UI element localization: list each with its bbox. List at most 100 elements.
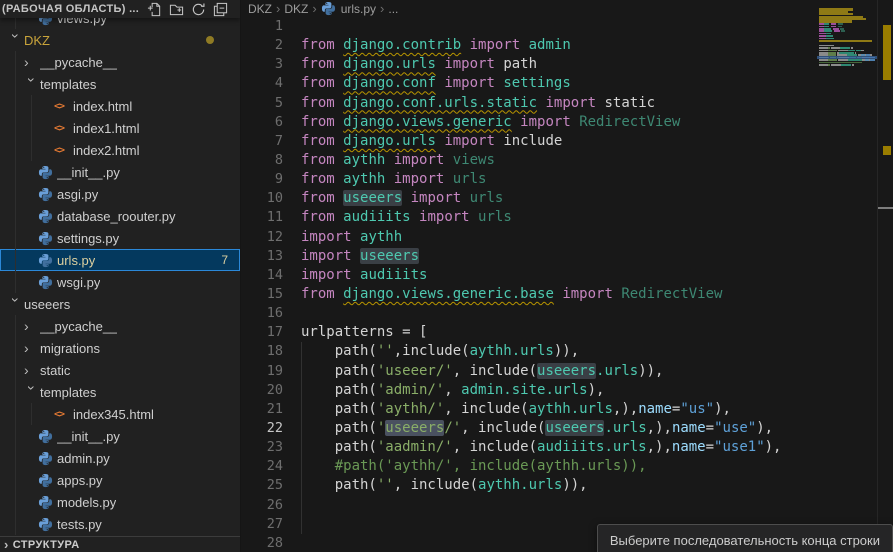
- tree-file-index1-html[interactable]: <>index1.html: [0, 117, 240, 139]
- code-line[interactable]: 1: [241, 17, 817, 36]
- code-line[interactable]: 5from django.conf.urls.static import sta…: [241, 94, 817, 113]
- code-line[interactable]: 21 path('aythh/', include(aythh.urls,),n…: [241, 400, 817, 419]
- tree-folder-dkz[interactable]: ›DKZ: [0, 29, 240, 51]
- line-number[interactable]: 15: [241, 285, 283, 304]
- indent-guide: [15, 359, 16, 381]
- tree-folder-static[interactable]: ›static: [0, 359, 240, 381]
- line-number[interactable]: 12: [241, 228, 283, 247]
- tree-file-admin-py[interactable]: admin.py: [0, 447, 240, 469]
- line-number[interactable]: 28: [241, 534, 283, 552]
- line-number[interactable]: 16: [241, 304, 283, 323]
- html-file-icon: <>: [54, 145, 73, 156]
- tree-folder-templates[interactable]: ›templates: [0, 73, 240, 95]
- line-number[interactable]: 10: [241, 189, 283, 208]
- tree-file-urls-py[interactable]: urls.py7: [0, 249, 240, 271]
- breadcrumb-item-dkz[interactable]: DKZ: [284, 2, 308, 16]
- code-line[interactable]: 3from django.urls import path: [241, 55, 817, 74]
- indent-guide: [15, 183, 16, 205]
- tree-item-label: static: [40, 363, 70, 378]
- line-number[interactable]: 4: [241, 74, 283, 93]
- tree-file-wsgi-py[interactable]: wsgi.py: [0, 271, 240, 293]
- warning-marker: [883, 25, 891, 80]
- code-line[interactable]: 4from django.conf import settings: [241, 74, 817, 93]
- chevron-down-icon: ›: [25, 386, 39, 402]
- line-number[interactable]: 21: [241, 400, 283, 419]
- line-number[interactable]: 14: [241, 266, 283, 285]
- line-number[interactable]: 1: [241, 17, 283, 36]
- tree-file-init-py[interactable]: __init__.py: [0, 161, 240, 183]
- tree-file-apps-py[interactable]: apps.py: [0, 469, 240, 491]
- tree-folder-pycache[interactable]: ›__pycache__: [0, 315, 240, 337]
- tree-file-database-roouter-py[interactable]: database_roouter.py: [0, 205, 240, 227]
- line-number[interactable]: 26: [241, 496, 283, 515]
- line-number[interactable]: 24: [241, 457, 283, 476]
- refresh-icon[interactable]: [191, 2, 206, 17]
- chevron-down-icon: ›: [9, 34, 23, 50]
- code-line[interactable]: 26: [241, 496, 817, 515]
- line-number[interactable]: 7: [241, 132, 283, 151]
- new-folder-icon[interactable]: [169, 2, 184, 17]
- code-line[interactable]: 20 path('admin/', admin.site.urls),: [241, 381, 817, 400]
- line-number[interactable]: 13: [241, 247, 283, 266]
- line-number[interactable]: 8: [241, 151, 283, 170]
- line-number[interactable]: 18: [241, 342, 283, 361]
- tree-file-index2-html[interactable]: <>index2.html: [0, 139, 240, 161]
- line-number[interactable]: 22: [241, 419, 283, 438]
- tree-item-label: __pycache__: [40, 319, 117, 334]
- tree-file-settings-py[interactable]: settings.py: [0, 227, 240, 249]
- code-line[interactable]: 9from aythh import urls: [241, 170, 817, 189]
- tree-file-tests-py[interactable]: tests.py: [0, 513, 240, 535]
- breadcrumb-item-[interactable]: ...: [388, 2, 398, 16]
- breadcrumb-item-dkz[interactable]: DKZ: [248, 2, 272, 16]
- code-line[interactable]: 19 path('useeer/', include(useeers.urls)…: [241, 362, 817, 381]
- tree-file-models-py[interactable]: models.py: [0, 491, 240, 513]
- code-line[interactable]: 14import audiiits: [241, 266, 817, 285]
- line-number[interactable]: 2: [241, 36, 283, 55]
- code-line[interactable]: 16: [241, 304, 817, 323]
- code-line[interactable]: 10from useeers import urls: [241, 189, 817, 208]
- line-number[interactable]: 25: [241, 476, 283, 495]
- line-number[interactable]: 17: [241, 323, 283, 342]
- code-text: path('',include(aythh.urls)),: [301, 342, 579, 361]
- outline-section-header[interactable]: › СТРУКТУРА: [0, 536, 240, 552]
- tree-file-asgi-py[interactable]: asgi.py: [0, 183, 240, 205]
- line-number[interactable]: 19: [241, 362, 283, 381]
- line-number[interactable]: 27: [241, 515, 283, 534]
- line-number[interactable]: 5: [241, 94, 283, 113]
- tree-file-index-html[interactable]: <>index.html: [0, 95, 240, 117]
- tree-file-index345-html[interactable]: <>index345.html: [0, 403, 240, 425]
- line-number[interactable]: 9: [241, 170, 283, 189]
- line-number[interactable]: 23: [241, 438, 283, 457]
- tree-folder-pycache[interactable]: ›__pycache__: [0, 51, 240, 73]
- tree-file-init-py[interactable]: __init__.py: [0, 425, 240, 447]
- chevron-right-icon: ›: [24, 363, 40, 377]
- code-line[interactable]: 17urlpatterns = [: [241, 323, 817, 342]
- code-line[interactable]: 13import useeers: [241, 247, 817, 266]
- code-area[interactable]: 12from django.contrib import admin3from …: [241, 17, 817, 552]
- overview-ruler[interactable]: [877, 0, 893, 552]
- line-number[interactable]: 3: [241, 55, 283, 74]
- code-line[interactable]: 24 #path('aythh/', include(aythh.urls)),: [241, 457, 817, 476]
- code-line[interactable]: 18 path('',include(aythh.urls)),: [241, 342, 817, 361]
- new-file-icon[interactable]: [147, 2, 162, 17]
- code-line[interactable]: 12import aythh: [241, 228, 817, 247]
- tree-folder-templates[interactable]: ›templates: [0, 381, 240, 403]
- explorer-section-header[interactable]: (РАБОЧАЯ ОБЛАСТЬ) ...: [0, 0, 240, 18]
- code-line[interactable]: 2from django.contrib import admin: [241, 36, 817, 55]
- collapse-all-icon[interactable]: [213, 2, 228, 17]
- code-line[interactable]: 25 path('', include(aythh.urls)),: [241, 476, 817, 495]
- code-line[interactable]: 6from django.views.generic import Redire…: [241, 113, 817, 132]
- line-number[interactable]: 20: [241, 381, 283, 400]
- tree-folder-useeers[interactable]: ›useeers: [0, 293, 240, 315]
- line-number[interactable]: 11: [241, 208, 283, 227]
- code-line[interactable]: 8from aythh import views: [241, 151, 817, 170]
- line-number[interactable]: 6: [241, 113, 283, 132]
- code-line[interactable]: 23 path('aadmin/', include(audiiits.urls…: [241, 438, 817, 457]
- breadcrumb-item-urls-py[interactable]: urls.py: [341, 2, 376, 16]
- minimap[interactable]: [817, 0, 878, 552]
- code-line[interactable]: 22 path('useeers/', include(useeers.urls…: [241, 419, 817, 438]
- code-line[interactable]: 11from audiiits import urls: [241, 208, 817, 227]
- code-line[interactable]: 7from django.urls import include: [241, 132, 817, 151]
- tree-folder-migrations[interactable]: ›migrations: [0, 337, 240, 359]
- code-line[interactable]: 15from django.views.generic.base import …: [241, 285, 817, 304]
